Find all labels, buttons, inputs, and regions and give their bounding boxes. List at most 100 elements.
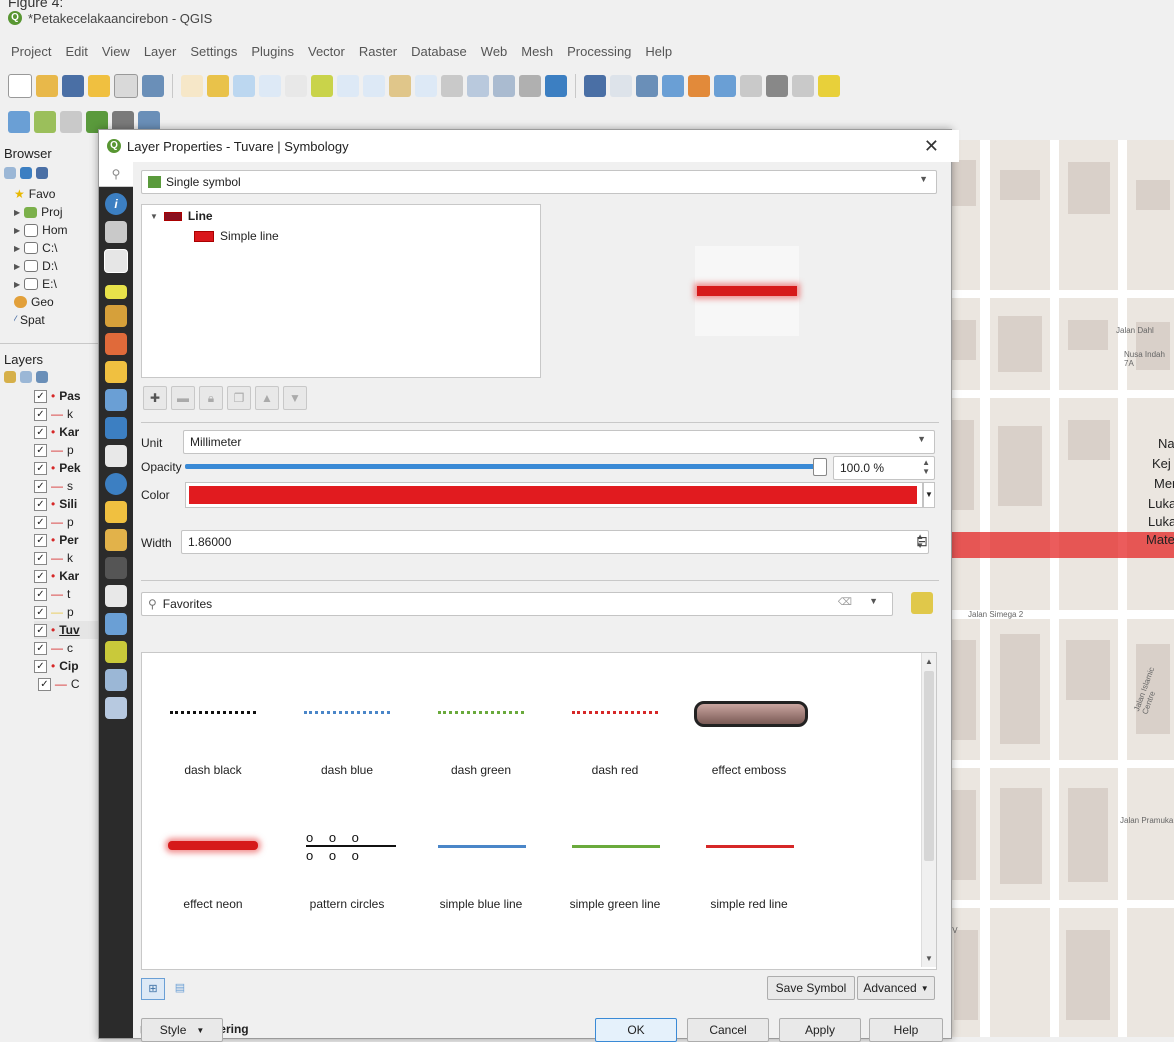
zoom-native-icon[interactable] [389, 75, 411, 97]
attribute-table-icon[interactable] [688, 75, 710, 97]
layer-item[interactable]: ✓ • Cip [34, 657, 98, 675]
layer-visibility-checkbox[interactable]: ✓ [34, 389, 47, 403]
masks-icon[interactable] [105, 305, 127, 327]
cancel-button[interactable]: Cancel [687, 1018, 769, 1042]
layer-item[interactable]: ✓ — p [34, 441, 98, 459]
browser-item[interactable]: ▶ E:\ [14, 275, 98, 293]
expand-arrow-icon[interactable]: ▶ [14, 208, 20, 217]
map-tips-icon[interactable] [818, 75, 840, 97]
zoom-selection-icon[interactable] [337, 75, 359, 97]
layer-item[interactable]: ✓ • Kar [34, 567, 98, 585]
expand-arrow-icon[interactable]: ▶ [14, 262, 20, 271]
layer-item[interactable]: ✓ • Kar [34, 423, 98, 441]
layer-item[interactable]: ✓ — t [34, 585, 98, 603]
list-view-button[interactable]: ▤ [169, 978, 191, 998]
zoom-full-icon[interactable] [311, 75, 333, 97]
unit-select[interactable]: Millimeter ▼ [183, 430, 935, 454]
layer-visibility-checkbox[interactable]: ✓ [34, 659, 47, 673]
renderer-select[interactable]: Single symbol ▼ [141, 170, 937, 194]
opacity-slider-handle[interactable] [813, 458, 827, 476]
zoom-rubberband-icon[interactable] [285, 75, 307, 97]
menu-web[interactable]: Web [474, 44, 515, 59]
layer-item[interactable]: ✓ • Pas [34, 387, 98, 405]
layer-visibility-checkbox[interactable]: ✓ [34, 533, 47, 547]
attributes-form-icon[interactable] [105, 417, 127, 439]
layer-visibility-checkbox[interactable]: ✓ [34, 587, 47, 601]
refresh-browser-icon[interactable] [20, 167, 32, 179]
layer-styling-icon[interactable] [4, 371, 16, 383]
style-manager-icon[interactable] [911, 592, 933, 614]
collapse-arrow-icon[interactable]: ▼ [150, 212, 158, 221]
zoom-last-icon[interactable] [415, 75, 437, 97]
menu-view[interactable]: View [95, 44, 137, 59]
zoom-next-icon[interactable] [441, 75, 463, 97]
scrollbar-thumb[interactable] [924, 671, 934, 861]
color-button[interactable] [185, 482, 923, 508]
layer-item[interactable]: ✓ — s [34, 477, 98, 495]
menu-settings[interactable]: Settings [183, 44, 244, 59]
fields-icon[interactable] [105, 389, 127, 411]
browser-item[interactable]: ▶ D:\ [14, 257, 98, 275]
add-layer-icon[interactable] [34, 111, 56, 133]
ok-button[interactable]: OK [595, 1018, 677, 1042]
qgis-server-icon[interactable] [105, 697, 127, 719]
apply-button[interactable]: Apply [779, 1018, 861, 1042]
layer-visibility-checkbox[interactable]: ✓ [34, 569, 47, 583]
refresh-icon[interactable] [545, 75, 567, 97]
menu-project[interactable]: Project [4, 44, 58, 59]
menu-processing[interactable]: Processing [560, 44, 638, 59]
icon-view-button[interactable]: ⊞ [141, 978, 165, 1000]
symbol-swatch[interactable]: simple red line [684, 811, 814, 921]
map-canvas[interactable]: Jalan Dahl Nusa Indah 7A Na Kej Mer Luka… [940, 140, 1174, 1037]
style-manager-icon[interactable] [142, 75, 164, 97]
sum-icon[interactable] [766, 75, 788, 97]
source-icon[interactable] [105, 221, 127, 243]
new-project-icon[interactable] [8, 74, 32, 98]
browser-item[interactable]: ⁄ Spat [14, 311, 98, 329]
rendering-icon[interactable] [105, 557, 127, 579]
grid-scrollbar[interactable]: ▲ ▼ [921, 653, 936, 967]
layer-item[interactable]: ✓ • Per [34, 531, 98, 549]
select-features-icon[interactable] [610, 75, 632, 97]
add-vector-icon[interactable] [60, 111, 82, 133]
advanced-button[interactable]: Advanced ▼ [857, 976, 935, 1000]
browser-item[interactable]: ▶ C:\ [14, 239, 98, 257]
symbol-swatch[interactable]: dash red [550, 677, 680, 787]
layer-visibility-checkbox[interactable]: ✓ [34, 497, 47, 511]
layer-visibility-checkbox[interactable]: ✓ [34, 479, 47, 493]
new-bookmark-icon[interactable] [467, 75, 489, 97]
symbol-swatch[interactable]: effect emboss [684, 677, 814, 787]
browser-item[interactable]: ▶ Hom [14, 221, 98, 239]
move-down-button[interactable]: ▼ [283, 386, 307, 410]
layer-item[interactable]: ▼✓—C [34, 675, 98, 693]
layer-item[interactable]: ✓ — k [34, 549, 98, 567]
layer-item[interactable]: ✓ — c [34, 639, 98, 657]
menu-mesh[interactable]: Mesh [514, 44, 560, 59]
tree-root-row[interactable]: ▼ Line [150, 209, 213, 223]
layer-visibility-checkbox[interactable]: ✓ [34, 605, 47, 619]
deselect-icon[interactable] [662, 75, 684, 97]
layer-item[interactable]: ✓ — k [34, 405, 98, 423]
symbol-swatch[interactable]: dash black [148, 677, 278, 787]
zoom-layer-icon[interactable] [363, 75, 385, 97]
measure-icon[interactable] [792, 75, 814, 97]
expand-arrow-icon[interactable]: ▶ [14, 244, 20, 253]
browser-item[interactable]: Geo [14, 293, 98, 311]
display-icon[interactable] [105, 529, 127, 551]
statistics-icon[interactable] [740, 75, 762, 97]
layer-visibility-checkbox[interactable]: ✓ [34, 515, 47, 529]
clear-search-icon[interactable]: ⌫ [838, 597, 852, 608]
layer-visibility-checkbox[interactable]: ✓ [34, 407, 47, 421]
symbol-swatch[interactable]: dash blue [282, 677, 412, 787]
lock-color-button[interactable]: 🔒︎ [199, 386, 223, 410]
joins-icon[interactable] [105, 445, 127, 467]
chevron-down-icon[interactable]: ▼ [869, 596, 878, 606]
symbol-swatch[interactable]: simple blue line [416, 811, 546, 921]
close-icon[interactable]: ✕ [924, 136, 939, 157]
menu-plugins[interactable]: Plugins [244, 44, 301, 59]
symbol-swatch[interactable]: dash green [416, 677, 546, 787]
zoom-in-icon[interactable] [233, 75, 255, 97]
symbol-swatch[interactable]: simple green line [550, 811, 680, 921]
identify-icon[interactable] [584, 75, 606, 97]
data-source-manager-icon[interactable] [8, 111, 30, 133]
